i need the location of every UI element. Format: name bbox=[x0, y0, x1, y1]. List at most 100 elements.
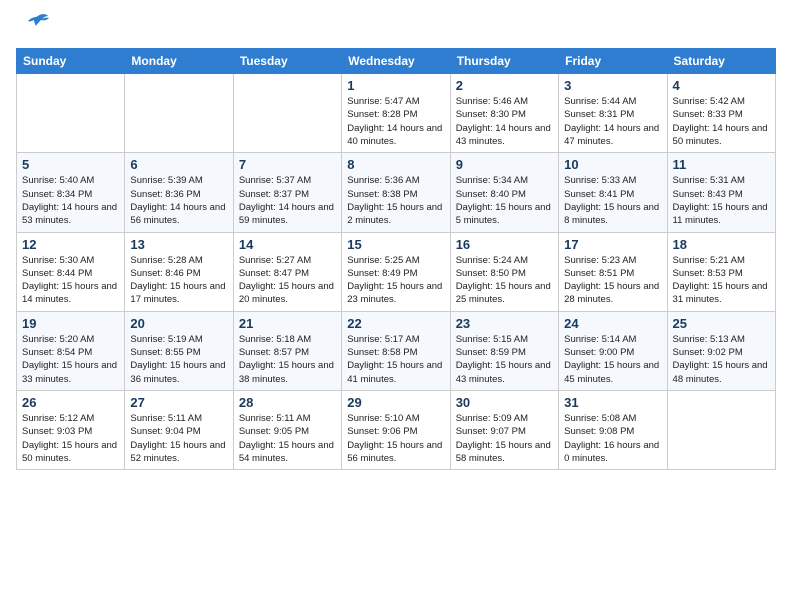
calendar-cell: 15 Sunrise: 5:25 AMSunset: 8:49 PMDayligh… bbox=[342, 232, 450, 311]
day-number: 27 bbox=[130, 395, 227, 410]
calendar-cell: 3 Sunrise: 5:44 AMSunset: 8:31 PMDaylight… bbox=[559, 74, 667, 153]
day-number: 21 bbox=[239, 316, 336, 331]
day-number: 11 bbox=[673, 157, 770, 172]
day-number: 12 bbox=[22, 237, 119, 252]
day-info: Sunrise: 5:23 AMSunset: 8:51 PMDaylight:… bbox=[564, 254, 661, 307]
calendar-cell: 19 Sunrise: 5:20 AMSunset: 8:54 PMDayligh… bbox=[17, 311, 125, 390]
calendar-cell: 7 Sunrise: 5:37 AMSunset: 8:37 PMDaylight… bbox=[233, 153, 341, 232]
day-number: 9 bbox=[456, 157, 553, 172]
day-number: 3 bbox=[564, 78, 661, 93]
calendar-cell: 30 Sunrise: 5:09 AMSunset: 9:07 PMDayligh… bbox=[450, 390, 558, 469]
calendar-cell: 2 Sunrise: 5:46 AMSunset: 8:30 PMDaylight… bbox=[450, 74, 558, 153]
weekday-header-saturday: Saturday bbox=[667, 49, 775, 74]
day-number: 17 bbox=[564, 237, 661, 252]
day-info: Sunrise: 5:14 AMSunset: 9:00 PMDaylight:… bbox=[564, 333, 661, 386]
calendar-cell: 11 Sunrise: 5:31 AMSunset: 8:43 PMDayligh… bbox=[667, 153, 775, 232]
calendar-cell: 22 Sunrise: 5:17 AMSunset: 8:58 PMDayligh… bbox=[342, 311, 450, 390]
calendar-cell: 24 Sunrise: 5:14 AMSunset: 9:00 PMDayligh… bbox=[559, 311, 667, 390]
day-info: Sunrise: 5:31 AMSunset: 8:43 PMDaylight:… bbox=[673, 174, 770, 227]
day-info: Sunrise: 5:17 AMSunset: 8:58 PMDaylight:… bbox=[347, 333, 444, 386]
calendar-cell bbox=[17, 74, 125, 153]
day-number: 6 bbox=[130, 157, 227, 172]
day-number: 26 bbox=[22, 395, 119, 410]
day-number: 15 bbox=[347, 237, 444, 252]
day-info: Sunrise: 5:24 AMSunset: 8:50 PMDaylight:… bbox=[456, 254, 553, 307]
weekday-header-sunday: Sunday bbox=[17, 49, 125, 74]
day-info: Sunrise: 5:15 AMSunset: 8:59 PMDaylight:… bbox=[456, 333, 553, 386]
page-header bbox=[16, 16, 776, 40]
day-info: Sunrise: 5:12 AMSunset: 9:03 PMDaylight:… bbox=[22, 412, 119, 465]
day-info: Sunrise: 5:37 AMSunset: 8:37 PMDaylight:… bbox=[239, 174, 336, 227]
day-number: 14 bbox=[239, 237, 336, 252]
day-info: Sunrise: 5:34 AMSunset: 8:40 PMDaylight:… bbox=[456, 174, 553, 227]
calendar-cell: 4 Sunrise: 5:42 AMSunset: 8:33 PMDaylight… bbox=[667, 74, 775, 153]
calendar-cell: 20 Sunrise: 5:19 AMSunset: 8:55 PMDayligh… bbox=[125, 311, 233, 390]
day-info: Sunrise: 5:25 AMSunset: 8:49 PMDaylight:… bbox=[347, 254, 444, 307]
day-number: 1 bbox=[347, 78, 444, 93]
day-info: Sunrise: 5:10 AMSunset: 9:06 PMDaylight:… bbox=[347, 412, 444, 465]
weekday-header-thursday: Thursday bbox=[450, 49, 558, 74]
day-info: Sunrise: 5:30 AMSunset: 8:44 PMDaylight:… bbox=[22, 254, 119, 307]
day-number: 8 bbox=[347, 157, 444, 172]
calendar-cell: 23 Sunrise: 5:15 AMSunset: 8:59 PMDayligh… bbox=[450, 311, 558, 390]
day-info: Sunrise: 5:46 AMSunset: 8:30 PMDaylight:… bbox=[456, 95, 553, 148]
day-number: 23 bbox=[456, 316, 553, 331]
day-info: Sunrise: 5:19 AMSunset: 8:55 PMDaylight:… bbox=[130, 333, 227, 386]
day-info: Sunrise: 5:39 AMSunset: 8:36 PMDaylight:… bbox=[130, 174, 227, 227]
day-info: Sunrise: 5:47 AMSunset: 8:28 PMDaylight:… bbox=[347, 95, 444, 148]
logo bbox=[16, 16, 50, 40]
calendar-cell: 27 Sunrise: 5:11 AMSunset: 9:04 PMDayligh… bbox=[125, 390, 233, 469]
calendar-cell: 31 Sunrise: 5:08 AMSunset: 9:08 PMDayligh… bbox=[559, 390, 667, 469]
day-number: 18 bbox=[673, 237, 770, 252]
day-info: Sunrise: 5:36 AMSunset: 8:38 PMDaylight:… bbox=[347, 174, 444, 227]
day-info: Sunrise: 5:27 AMSunset: 8:47 PMDaylight:… bbox=[239, 254, 336, 307]
day-info: Sunrise: 5:09 AMSunset: 9:07 PMDaylight:… bbox=[456, 412, 553, 465]
calendar-cell: 26 Sunrise: 5:12 AMSunset: 9:03 PMDayligh… bbox=[17, 390, 125, 469]
day-info: Sunrise: 5:28 AMSunset: 8:46 PMDaylight:… bbox=[130, 254, 227, 307]
day-info: Sunrise: 5:11 AMSunset: 9:05 PMDaylight:… bbox=[239, 412, 336, 465]
day-number: 4 bbox=[673, 78, 770, 93]
day-number: 2 bbox=[456, 78, 553, 93]
logo-bird-icon bbox=[18, 12, 50, 36]
day-number: 28 bbox=[239, 395, 336, 410]
calendar-cell: 5 Sunrise: 5:40 AMSunset: 8:34 PMDaylight… bbox=[17, 153, 125, 232]
day-number: 31 bbox=[564, 395, 661, 410]
day-number: 7 bbox=[239, 157, 336, 172]
day-number: 22 bbox=[347, 316, 444, 331]
day-info: Sunrise: 5:11 AMSunset: 9:04 PMDaylight:… bbox=[130, 412, 227, 465]
calendar-cell: 28 Sunrise: 5:11 AMSunset: 9:05 PMDayligh… bbox=[233, 390, 341, 469]
day-info: Sunrise: 5:40 AMSunset: 8:34 PMDaylight:… bbox=[22, 174, 119, 227]
day-info: Sunrise: 5:08 AMSunset: 9:08 PMDaylight:… bbox=[564, 412, 661, 465]
calendar-table: SundayMondayTuesdayWednesdayThursdayFrid… bbox=[16, 48, 776, 470]
weekday-header-tuesday: Tuesday bbox=[233, 49, 341, 74]
day-number: 5 bbox=[22, 157, 119, 172]
weekday-header-friday: Friday bbox=[559, 49, 667, 74]
day-info: Sunrise: 5:44 AMSunset: 8:31 PMDaylight:… bbox=[564, 95, 661, 148]
calendar-cell: 1 Sunrise: 5:47 AMSunset: 8:28 PMDaylight… bbox=[342, 74, 450, 153]
day-info: Sunrise: 5:21 AMSunset: 8:53 PMDaylight:… bbox=[673, 254, 770, 307]
calendar-cell: 12 Sunrise: 5:30 AMSunset: 8:44 PMDayligh… bbox=[17, 232, 125, 311]
calendar-cell: 17 Sunrise: 5:23 AMSunset: 8:51 PMDayligh… bbox=[559, 232, 667, 311]
calendar-cell: 18 Sunrise: 5:21 AMSunset: 8:53 PMDayligh… bbox=[667, 232, 775, 311]
day-number: 10 bbox=[564, 157, 661, 172]
calendar-cell: 29 Sunrise: 5:10 AMSunset: 9:06 PMDayligh… bbox=[342, 390, 450, 469]
day-number: 25 bbox=[673, 316, 770, 331]
calendar-cell: 10Sunrise: 5:33 AMSunset: 8:41 PMDayligh… bbox=[559, 153, 667, 232]
day-number: 20 bbox=[130, 316, 227, 331]
calendar-cell bbox=[233, 74, 341, 153]
calendar-cell: 6 Sunrise: 5:39 AMSunset: 8:36 PMDaylight… bbox=[125, 153, 233, 232]
day-info: Sunrise: 5:20 AMSunset: 8:54 PMDaylight:… bbox=[22, 333, 119, 386]
calendar-cell bbox=[125, 74, 233, 153]
day-number: 29 bbox=[347, 395, 444, 410]
day-info: Sunrise: 5:42 AMSunset: 8:33 PMDaylight:… bbox=[673, 95, 770, 148]
day-number: 19 bbox=[22, 316, 119, 331]
calendar-cell: 25 Sunrise: 5:13 AMSunset: 9:02 PMDayligh… bbox=[667, 311, 775, 390]
day-number: 30 bbox=[456, 395, 553, 410]
calendar-cell: 9 Sunrise: 5:34 AMSunset: 8:40 PMDaylight… bbox=[450, 153, 558, 232]
calendar-cell: 14 Sunrise: 5:27 AMSunset: 8:47 PMDayligh… bbox=[233, 232, 341, 311]
day-number: 13 bbox=[130, 237, 227, 252]
weekday-header-wednesday: Wednesday bbox=[342, 49, 450, 74]
calendar-cell: 8 Sunrise: 5:36 AMSunset: 8:38 PMDaylight… bbox=[342, 153, 450, 232]
day-number: 24 bbox=[564, 316, 661, 331]
day-info: Sunrise: 5:13 AMSunset: 9:02 PMDaylight:… bbox=[673, 333, 770, 386]
